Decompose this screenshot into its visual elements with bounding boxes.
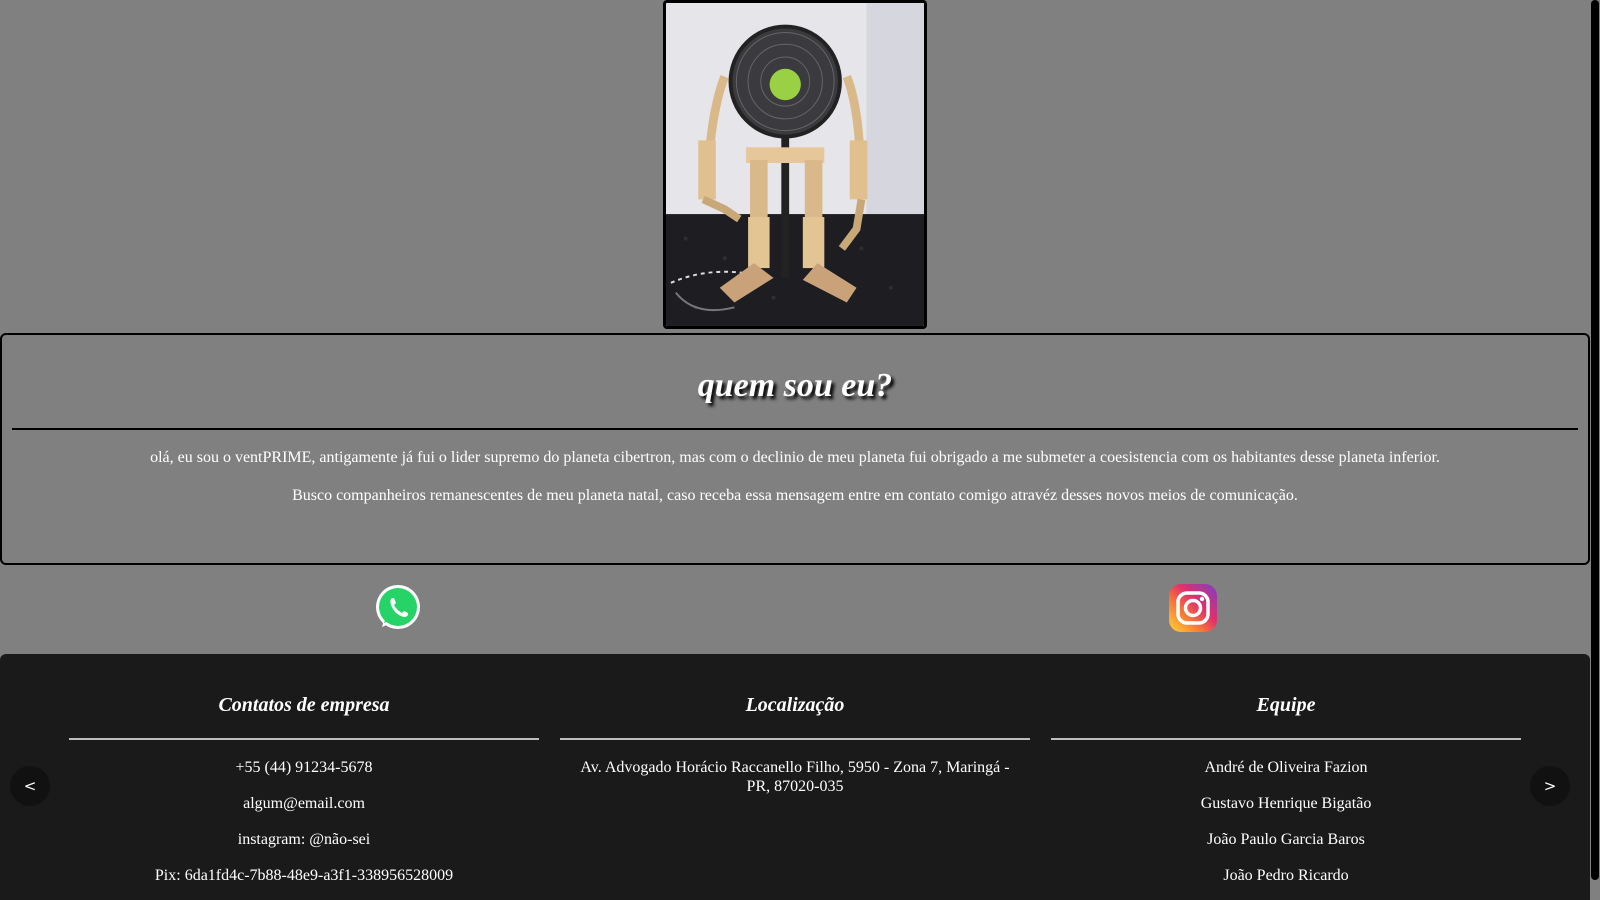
contacts-divider [69,738,539,740]
about-section: quem sou eu? olá, eu sou o ventPRIME, an… [0,333,1590,565]
footer-contacts-column: Contatos de empresa +55 (44) 91234-5678 … [69,654,539,900]
whatsapp-link[interactable] [373,583,423,633]
team-divider [1051,738,1521,740]
team-heading: Equipe [1256,694,1316,716]
instagram-icon [1169,584,1217,632]
scrollbar-thumb[interactable] [1591,0,1599,880]
location-address: Av. Advogado Horácio Raccanello Filho, 5… [580,759,1010,795]
about-paragraph-2: Busco companheiros remanescentes de meu … [292,487,1298,504]
contact-email: algum@email.com [243,795,365,812]
scrollbar[interactable] [1590,0,1600,900]
instagram-link[interactable] [1168,583,1218,633]
prev-button[interactable]: < [10,766,50,806]
page: quem sou eu? olá, eu sou o ventPRIME, an… [0,0,1590,900]
contact-instagram: instagram: @não-sei [237,831,371,848]
team-member: João Paulo Garcia Baros [1207,831,1365,848]
about-divider [12,428,1578,430]
contact-pix: Pix: 6da1fd4c-7b88-48e9-a3f1-33895652800… [154,867,454,884]
location-divider [560,738,1030,740]
contacts-heading: Contatos de empresa [218,694,390,716]
next-button[interactable]: > [1530,766,1570,806]
robot-fan-image [666,3,924,326]
robot-photo [663,0,927,329]
whatsapp-icon [376,585,420,629]
location-heading: Localização [745,694,845,716]
contacts-list: +55 (44) 91234-5678 algum@email.com inst… [69,758,539,886]
team-list: André de Oliveira Fazion Gustavo Henriqu… [1051,758,1521,886]
footer-team-column: Equipe André de Oliveira Fazion Gustavo … [1051,654,1521,900]
team-member: João Pedro Ricardo [1223,867,1349,884]
footer: Contatos de empresa +55 (44) 91234-5678 … [0,654,1590,900]
contact-phone: +55 (44) 91234-5678 [235,759,373,776]
team-member: André de Oliveira Fazion [1204,759,1368,776]
team-member: Gustavo Henrique Bigatão [1200,795,1372,812]
about-paragraph-1: olá, eu sou o ventPRIME, antigamente já … [150,449,1440,466]
about-title: quem sou eu? [697,367,893,404]
footer-location-column: Localização Av. Advogado Horácio Raccane… [560,654,1030,796]
